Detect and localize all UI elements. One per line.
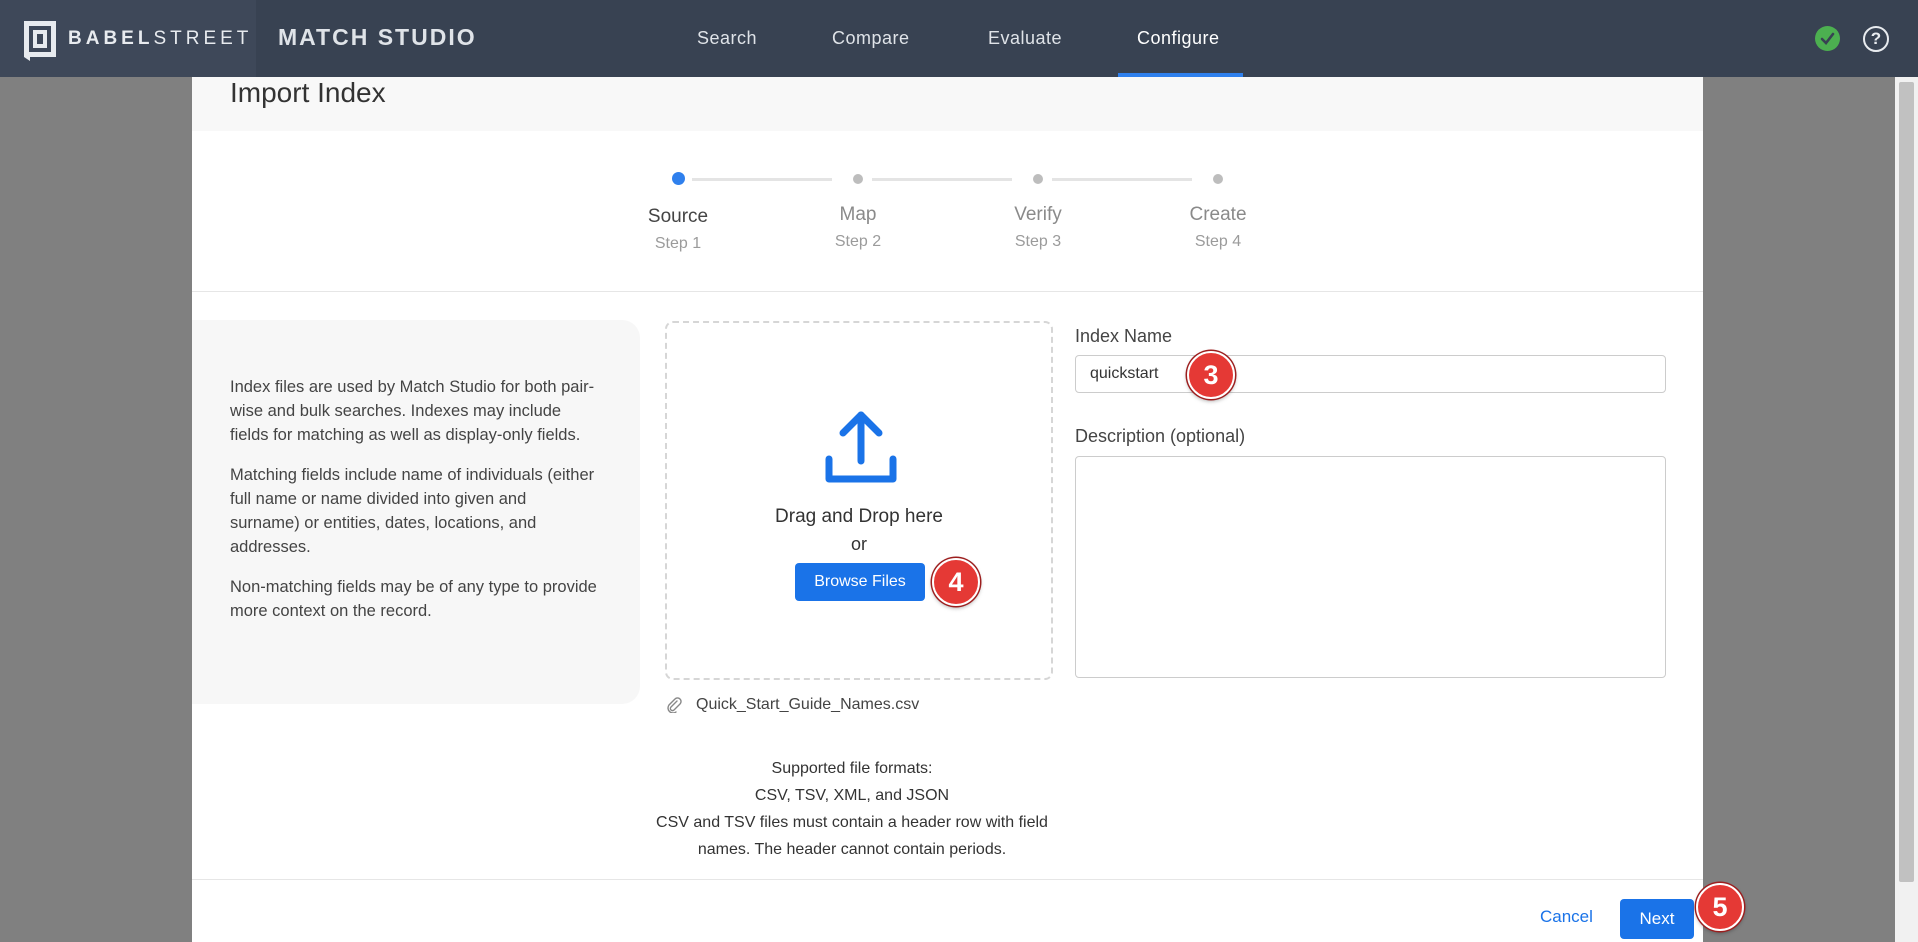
step-badge-3: 3 [1187, 351, 1235, 399]
formats-line: CSV, TSV, XML, and JSON [754, 787, 950, 804]
paperclip-icon [667, 697, 682, 713]
next-button[interactable]: Next [1620, 899, 1694, 939]
status-ok-icon[interactable] [1815, 26, 1840, 51]
formats-line: Supported file formats: [771, 760, 933, 777]
brand-logo[interactable]: BABELSTREET [0, 0, 256, 77]
stepper-divider [192, 291, 1703, 292]
upload-icon [825, 411, 897, 483]
step-3-dot [1033, 174, 1043, 184]
scrollbar-thumb[interactable] [1899, 82, 1914, 882]
info-paragraph: Matching fields include name of individu… [230, 466, 595, 556]
file-dropzone[interactable]: Drag and Drop here or Browse Files 4 [665, 321, 1053, 680]
import-index-modal: Import Index Source Step 1 Map Step 2 Ve… [192, 77, 1744, 942]
stepper-connector [872, 178, 1012, 181]
nav-configure[interactable]: Configure [1137, 28, 1220, 49]
or-text: or [850, 534, 867, 554]
brand-name: BABELSTREET [68, 27, 253, 49]
app-title: MATCH STUDIO [278, 24, 477, 50]
info-paragraph: Index files are used by Match Studio for… [230, 378, 595, 444]
info-panel: Index files are used by Match Studio for… [192, 320, 640, 704]
drag-drop-text: Drag and Drop here [775, 506, 943, 527]
supported-formats-note: Supported file formats: CSV, TSV, XML, a… [642, 755, 1062, 863]
cancel-button[interactable]: Cancel [1540, 907, 1593, 927]
help-icon[interactable]: ? [1863, 26, 1889, 52]
info-paragraph: Non-matching fields may be of any type t… [230, 578, 597, 620]
nav-compare[interactable]: Compare [832, 28, 910, 49]
stepper-connector [692, 178, 832, 181]
step-badge-5: 5 [1696, 883, 1744, 931]
step-4-sublabel: Step 4 [1194, 233, 1242, 250]
description-textarea[interactable] [1075, 456, 1666, 678]
step-1-sublabel: Step 1 [654, 235, 702, 252]
step-3-label: Verify [1014, 204, 1062, 225]
step-1-label: Source [647, 206, 709, 227]
browse-files-button[interactable]: Browse Files [795, 563, 925, 601]
step-1-dot [672, 172, 685, 185]
nav-evaluate[interactable]: Evaluate [988, 28, 1062, 49]
modal-title: Import Index [230, 77, 386, 108]
description-label: Description (optional) [1075, 426, 1246, 446]
step-2-sublabel: Step 2 [834, 233, 882, 250]
index-name-input[interactable] [1075, 355, 1666, 393]
step-2-dot [853, 174, 863, 184]
stepper-connector [1052, 178, 1192, 181]
step-3-sublabel: Step 3 [1014, 233, 1062, 250]
nav-search[interactable]: Search [697, 28, 757, 49]
step-4-dot [1213, 174, 1223, 184]
step-2-label: Map [839, 204, 877, 225]
formats-line: CSV and TSV files must contain a header … [656, 814, 1048, 858]
selected-file-name: Quick_Start_Guide_Names.csv [696, 696, 920, 713]
footer-divider [192, 879, 1703, 880]
selected-file: Quick_Start_Guide_Names.csv [666, 694, 919, 716]
step-4-label: Create [1189, 204, 1247, 225]
step-badge-4: 4 [932, 558, 980, 606]
babelstreet-logo-icon [24, 20, 56, 61]
index-name-label: Index Name [1075, 326, 1173, 346]
modal-header: Import Index [192, 77, 1703, 131]
top-nav-bar: BABELSTREET MATCH STUDIO Search Compare … [0, 0, 1918, 77]
